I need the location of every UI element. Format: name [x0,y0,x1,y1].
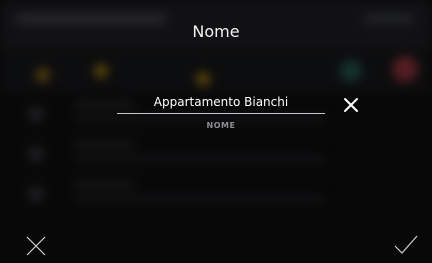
clear-field-button[interactable] [341,95,361,115]
confirm-button[interactable] [393,234,419,256]
close-icon [344,98,358,112]
cancel-button[interactable] [24,234,48,258]
name-field-underline [117,113,325,114]
screen: Nome Appartamento Bianchi NOME [0,0,432,263]
checkmark-icon [394,235,418,254]
name-input[interactable]: Appartamento Bianchi [117,95,325,109]
name-field-label: NOME [206,121,236,130]
close-icon [26,236,46,256]
name-field[interactable]: Appartamento Bianchi [117,92,325,112]
modal-title: Nome [192,22,240,41]
